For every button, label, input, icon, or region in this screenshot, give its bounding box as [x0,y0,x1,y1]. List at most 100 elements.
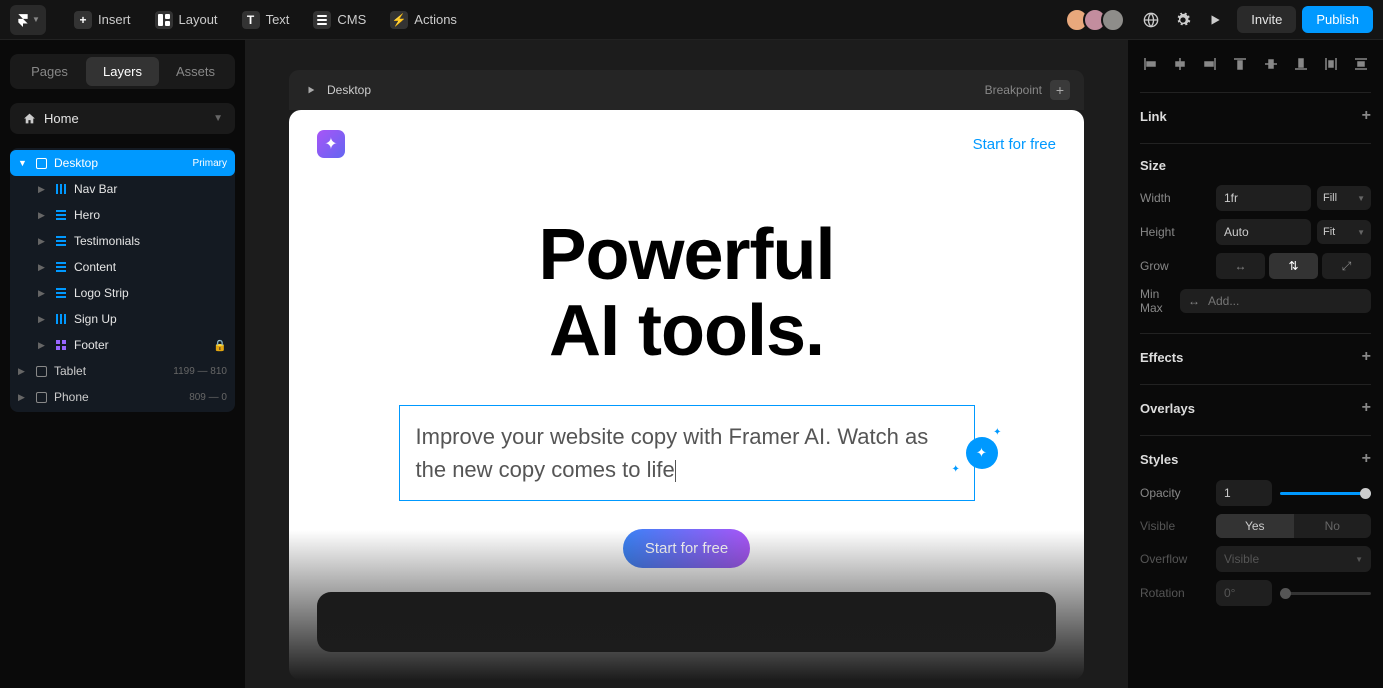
canvas-frame[interactable]: ✦ Start for free PowerfulAI tools. Impro… [289,110,1084,680]
preview-next-section [317,592,1056,652]
layer-item[interactable]: ▶ Testimonials [10,228,235,254]
width-mode-select[interactable]: Fill▼ [1317,186,1371,210]
grow-label: Grow [1140,259,1216,273]
rotation-label: Rotation [1140,586,1216,600]
preview-button[interactable] [1199,4,1231,36]
layer-item[interactable]: ▶Hero [10,202,235,228]
minmax-field[interactable] [1208,294,1363,308]
grow-both-button[interactable]: ⤢ [1322,253,1371,279]
align-top-button[interactable] [1230,54,1250,74]
distribute-h-button[interactable] [1321,54,1341,74]
primary-badge: Primary [193,158,227,169]
height-mode-select[interactable]: Fit▼ [1317,220,1371,244]
preview-logo: ✦ [317,130,345,158]
chevron-right-icon: ▶ [38,288,48,299]
chevron-down-icon: ▼ [1357,228,1365,237]
layer-phone[interactable]: ▶ Phone 809 — 0 [10,384,235,410]
chevron-down-icon: ▼ [32,15,40,24]
layer-tablet[interactable]: ▶ Tablet 1199 — 810 [10,358,235,384]
invite-button[interactable]: Invite [1237,6,1296,33]
overlays-section: Overlays+ [1140,384,1371,417]
visible-no[interactable]: No [1294,514,1372,538]
layer-label: Testimonials [74,234,140,248]
preview-nav-cta: Start for free [973,136,1056,153]
framer-logo-button[interactable]: ▼ [10,5,46,35]
add-effect-button[interactable]: + [1362,348,1371,366]
cms-icon [313,11,331,29]
opacity-slider[interactable] [1280,492,1371,495]
minmax-label: Min Max [1140,287,1180,315]
layer-item[interactable]: ▶ Logo Strip [10,280,235,306]
add-style-button[interactable]: + [1362,450,1371,468]
width-label: Width [1140,191,1216,205]
width-input[interactable]: 1fr [1216,185,1311,211]
add-breakpoint-button[interactable]: + [1050,80,1070,100]
globe-icon [1143,12,1159,28]
stack-icon [54,260,68,274]
layer-item[interactable]: ▶ Sign Up [10,306,235,332]
add-overlay-button[interactable]: + [1362,399,1371,417]
play-icon[interactable] [303,82,319,98]
collaborator-avatars[interactable] [1071,8,1125,32]
actions-tool[interactable]: ⚡Actions [380,7,467,33]
chevron-right-icon: ▶ [38,236,48,247]
chevron-right-icon: ▶ [38,314,48,325]
tab-assets[interactable]: Assets [159,57,232,86]
rotation-slider[interactable] [1280,592,1371,595]
frame-icon [34,364,48,378]
stack-icon [54,182,68,196]
add-link-button[interactable]: + [1362,107,1371,125]
cms-tool[interactable]: CMS [303,7,376,33]
layer-label: Tablet [54,364,86,378]
align-right-button[interactable] [1200,54,1220,74]
opacity-input[interactable]: 1 [1216,480,1272,506]
visible-toggle[interactable]: Yes No [1216,514,1371,538]
frame-icon [34,390,48,404]
layer-label: Nav Bar [74,182,117,196]
insert-tool[interactable]: +Insert [64,7,141,33]
layer-item[interactable]: ▶Nav Bar [10,176,235,202]
layer-item[interactable]: ▶Footer🔒 [10,332,235,358]
canvas[interactable]: Desktop Breakpoint + ✦ Start for free Po… [245,40,1128,688]
height-input[interactable]: Auto [1216,219,1311,245]
overflow-label: Overflow [1140,552,1216,566]
text-tool[interactable]: TText [232,7,300,33]
chevron-down-icon: ▼ [1357,194,1365,203]
left-tabs: Pages Layers Assets [10,54,235,89]
preview-hero-cta: Start for free [623,529,750,568]
cms-label: CMS [337,12,366,27]
globe-button[interactable] [1135,4,1167,36]
align-center-v-button[interactable] [1261,54,1281,74]
rotation-input[interactable]: 0° [1216,580,1272,606]
tab-layers[interactable]: Layers [86,57,159,86]
ai-sparkle-badge[interactable]: ✦ [966,437,998,469]
opacity-label: Opacity [1140,486,1216,500]
layer-item[interactable]: ▶Content [10,254,235,280]
tab-pages[interactable]: Pages [13,57,86,86]
layer-label: Logo Strip [74,286,129,300]
play-icon [1208,13,1222,27]
layer-desktop[interactable]: ▼ Desktop Primary [10,150,235,176]
align-center-h-button[interactable] [1170,54,1190,74]
section-title: Styles [1140,452,1178,467]
page-name: Home [44,111,79,126]
page-select[interactable]: Home ▼ [10,103,235,134]
grow-horizontal-button[interactable]: ↔ [1216,253,1265,279]
layer-label: Sign Up [74,312,117,326]
layout-tool[interactable]: Layout [145,7,228,33]
distribute-v-button[interactable] [1351,54,1371,74]
align-left-button[interactable] [1140,54,1160,74]
text-label: Text [266,12,290,27]
settings-button[interactable] [1167,4,1199,36]
layer-label: Footer [74,338,109,352]
align-bottom-button[interactable] [1291,54,1311,74]
stack-icon [54,312,68,326]
selected-text-element[interactable]: Improve your website copy with Framer AI… [399,405,975,501]
visible-yes[interactable]: Yes [1216,514,1294,538]
minmax-input[interactable]: ↔ [1180,289,1371,313]
overflow-select[interactable]: Visible▼ [1216,546,1371,572]
publish-button[interactable]: Publish [1302,6,1373,33]
left-sidebar: Pages Layers Assets Home ▼ ▼ Desktop Pri… [0,40,245,688]
chevron-right-icon: ▶ [38,340,48,351]
grow-vertical-button[interactable]: ⇅ [1269,253,1318,279]
